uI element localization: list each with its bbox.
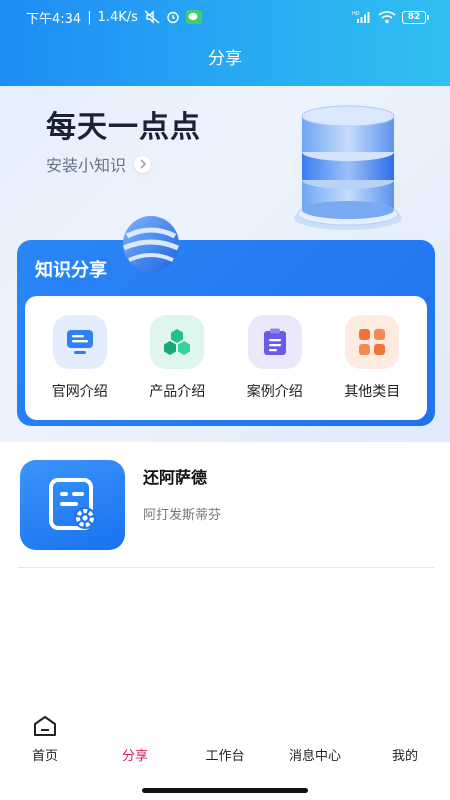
document-gear-icon [20, 460, 125, 550]
knowledge-item-product[interactable]: 产品介绍 [131, 315, 223, 401]
knowledge-item-case[interactable]: 案例介绍 [229, 315, 321, 401]
cubes-icon [150, 315, 205, 369]
signal-icon: HD [352, 10, 372, 24]
knowledge-item-label: 其他类目 [344, 384, 401, 400]
nav-label: 我的 [391, 749, 418, 764]
banner[interactable]: 每天一点点 安装小知识 知识分享 官网介绍 产品介绍 案例介绍 其他类目 [0, 86, 450, 442]
battery-icon: 82 [402, 10, 429, 24]
nav-label: 分享 [121, 749, 148, 764]
knowledge-item-other[interactable]: 其他类目 [326, 315, 418, 401]
grid-icon [345, 315, 400, 369]
status-time: 下午4:34 [26, 11, 82, 27]
clipboard-icon [247, 315, 302, 369]
svg-text:HD: HD [352, 11, 360, 17]
list-item-title: 还阿萨德 [143, 468, 208, 487]
nav-home[interactable]: 首页 [0, 716, 90, 772]
network-speed: 1.4K/s [97, 9, 138, 25]
alarm-icon [166, 10, 180, 24]
knowledge-item-label: 案例介绍 [246, 384, 303, 400]
sphere-illustration-icon [121, 214, 181, 278]
knowledge-item-website[interactable]: 官网介绍 [34, 315, 126, 401]
knowledge-title: 知识分享 [35, 260, 107, 281]
wechat-icon [185, 10, 202, 24]
status-bar: 下午4:34 | 1.4K/s HD 82 [0, 0, 450, 34]
nav-label: 工作台 [205, 749, 245, 764]
database-illustration-icon [288, 98, 408, 238]
knowledge-item-label: 产品介绍 [149, 384, 206, 400]
nav-mine[interactable]: 我的 [360, 716, 450, 772]
wifi-icon [378, 10, 396, 24]
nav-label: 首页 [31, 749, 58, 764]
list-item[interactable]: 还阿萨德 阿打发斯蒂芬 [18, 456, 434, 568]
nav-messages[interactable]: 消息中心 [270, 716, 360, 772]
nav-workbench[interactable]: 工作台 [180, 716, 270, 772]
banner-title: 每天一点点 [46, 110, 201, 145]
knowledge-panel: 知识分享 官网介绍 产品介绍 案例介绍 其他类目 [17, 216, 435, 426]
chevron-right-icon [134, 155, 152, 173]
nav-label: 消息中心 [288, 749, 341, 764]
monitor-icon [52, 315, 107, 369]
home-icon [33, 715, 57, 741]
header: 下午4:34 | 1.4K/s HD 82 分享 [0, 0, 450, 86]
banner-subtitle: 安装小知识 [46, 156, 127, 175]
knowledge-item-label: 官网介绍 [51, 384, 108, 400]
status-separator: | [87, 9, 92, 25]
mute-icon [144, 10, 160, 24]
list-item-desc: 阿打发斯蒂芬 [143, 508, 222, 523]
knowledge-grid: 官网介绍 产品介绍 案例介绍 其他类目 [25, 296, 427, 420]
banner-subtitle-link[interactable]: 安装小知识 [46, 152, 152, 176]
bottom-nav: 首页 分享 工作台 消息中心 我的 [0, 712, 450, 772]
gesture-home-bar[interactable] [142, 788, 308, 793]
nav-share[interactable]: 分享 [90, 716, 180, 772]
page-title: 分享 [208, 49, 242, 69]
